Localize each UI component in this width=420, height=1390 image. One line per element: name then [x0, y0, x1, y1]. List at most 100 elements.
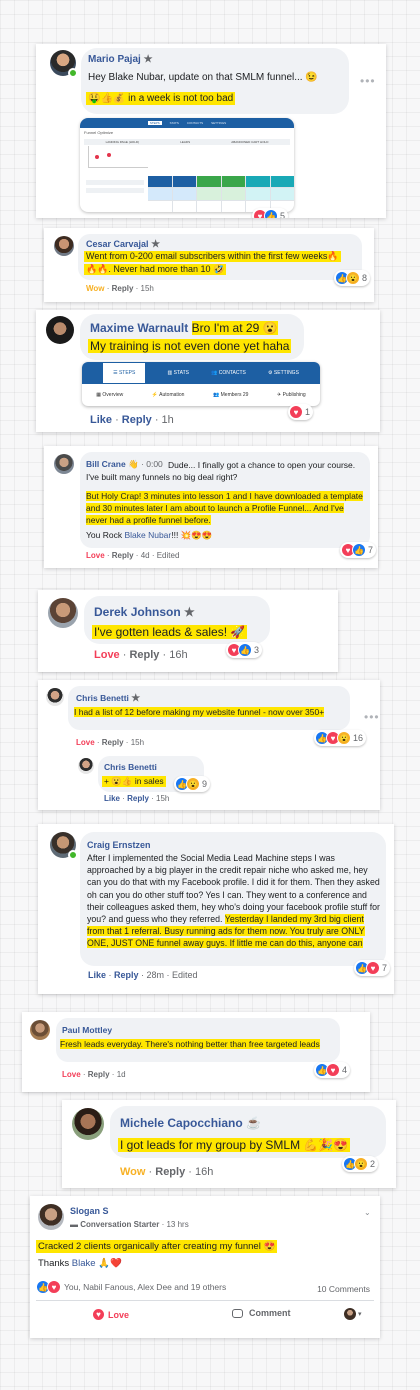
reply-link[interactable]: Reply	[112, 284, 134, 293]
reactors-row[interactable]: 👍 ♥ You, Nabil Fanous, Alex Dee and 19 ot…	[36, 1280, 226, 1294]
avatar	[344, 1308, 356, 1320]
avatar[interactable]	[72, 1108, 104, 1140]
more-options-icon[interactable]: •••	[360, 74, 376, 88]
shot-tab: CONTACTS	[186, 121, 204, 125]
commenter-name[interactable]: Craig Ernstzen	[87, 840, 151, 850]
top-fan-icon: ★	[143, 54, 153, 65]
comment-body: After I implemented the Social Media Lea…	[87, 852, 383, 950]
avatar[interactable]	[38, 1204, 64, 1230]
like-link[interactable]: Like	[104, 794, 120, 803]
poster-name[interactable]: Slogan S	[70, 1206, 109, 1216]
profile-switcher[interactable]: ▾	[344, 1308, 362, 1320]
top-fan-icon: ★	[151, 239, 161, 250]
reaction-summary[interactable]: ♥ 1	[288, 404, 314, 420]
timestamp[interactable]: 1h	[162, 414, 174, 426]
timestamp[interactable]: 13 hrs	[166, 1220, 188, 1229]
post-meta: ▬ Conversation Starter · 13 hrs	[70, 1220, 189, 1229]
reactors-text: You, Nabil Fanous, Alex Dee and 19 other…	[64, 1282, 227, 1292]
heart-icon: ♥	[366, 961, 380, 975]
reply-link[interactable]: Reply	[122, 414, 152, 426]
shot-columns: LANDING PAGE (HOLD) LEADS ABANDONED CART…	[84, 139, 290, 145]
comment-highlight: Bro I'm at 29 😮	[191, 321, 278, 335]
love-link[interactable]: Love	[62, 1070, 81, 1079]
reply-link[interactable]: Reply	[129, 649, 159, 661]
chevron-down-icon[interactable]: ⌄	[364, 1208, 371, 1217]
avatar[interactable]	[30, 1020, 50, 1040]
reply-link[interactable]: Reply	[112, 551, 134, 560]
reply-highlight: + 😮👍 in sales	[102, 776, 166, 787]
screenshot-attachment[interactable]: ☰ STEPS ▥ STATS 👥 CONTACTS ⚙ SETTINGS ▦ …	[82, 362, 320, 406]
wow-link[interactable]: Wow	[86, 284, 105, 293]
timestamp[interactable]: 4d	[141, 551, 150, 560]
avatar[interactable]	[48, 598, 78, 628]
love-link[interactable]: Love	[76, 738, 95, 747]
reply-link[interactable]: Reply	[127, 794, 149, 803]
timestamp[interactable]: 16h	[195, 1166, 213, 1178]
reply-reaction-summary[interactable]: 👍 😮 9	[174, 776, 211, 792]
reaction-summary[interactable]: 👍 ♥ 7	[354, 960, 391, 976]
shot-tab: STATS	[169, 121, 179, 125]
avatar[interactable]	[54, 236, 74, 256]
edited-label: Edited	[156, 551, 180, 560]
comment-highlight: 🔥🔥. Never had more than 10 🤣	[84, 264, 227, 275]
avatar[interactable]	[54, 454, 74, 474]
comment-button[interactable]: Comment	[232, 1308, 291, 1318]
comment-highlight: But Holy Crap! 3 minutes into lesson 1 a…	[86, 491, 363, 525]
wow-link[interactable]: Wow	[120, 1166, 145, 1178]
reaction-summary[interactable]: 👍 😮 8	[334, 270, 371, 286]
reply-link[interactable]: Reply	[88, 1070, 110, 1079]
mention-link[interactable]: Blake	[72, 1258, 96, 1269]
screenshot-attachment[interactable]: STEPS STATS CONTACTS SETTINGS Funnel Opt…	[80, 118, 294, 212]
reaction-count: 1	[305, 407, 311, 417]
reaction-count: 7	[382, 963, 388, 973]
reaction-summary[interactable]: 👍 😮 2	[342, 1156, 379, 1172]
reaction-count: 5	[280, 211, 286, 218]
reply-name[interactable]: Chris Benetti	[104, 762, 157, 772]
online-indicator	[68, 850, 78, 860]
reaction-summary[interactable]: ♥ 👍 7	[340, 542, 377, 558]
comment-text-3: You Rock Blake Nubar!!! 💥😍😍	[86, 530, 212, 541]
like-icon: 👍	[264, 209, 278, 218]
reply-link[interactable]: Reply	[114, 970, 139, 980]
like-link[interactable]: Like	[90, 414, 112, 426]
shot-chart	[88, 146, 148, 168]
reaction-count: 9	[202, 779, 208, 789]
like-link[interactable]: Like	[88, 970, 106, 980]
commenter-name[interactable]: Paul Mottley	[62, 1025, 112, 1035]
comments-count[interactable]: 10 Comments	[317, 1284, 370, 1294]
emoji-text: 🙏❤️	[98, 1258, 122, 1269]
commenter-name[interactable]: Maxime Warnault	[90, 321, 188, 335]
avatar[interactable]	[46, 688, 64, 706]
reaction-summary[interactable]: 👍 ♥ 4	[314, 1062, 351, 1078]
avatar[interactable]	[46, 316, 74, 344]
comment-label: Comment	[249, 1308, 291, 1318]
reaction-summary[interactable]: ♥ 👍 5	[252, 208, 289, 218]
timestamp[interactable]: 15h	[141, 284, 154, 293]
reaction-summary[interactable]: ♥ 👍 3	[226, 642, 263, 658]
reply-avatar[interactable]	[78, 758, 94, 774]
timestamp[interactable]: 16h	[169, 649, 187, 661]
timestamp[interactable]: 15h	[156, 794, 169, 803]
reaction-summary[interactable]: 👍 ♥ 😮 16	[314, 730, 367, 746]
reply-link[interactable]: Reply	[102, 738, 124, 747]
timestamp[interactable]: 28m	[147, 970, 165, 980]
comment-actions: Love · Reply · 15h	[76, 738, 145, 747]
timestamp[interactable]: 1d	[117, 1070, 126, 1079]
mention-link[interactable]: Blake Nubar	[124, 530, 171, 540]
more-options-icon[interactable]: •••	[364, 710, 380, 724]
commenter-name[interactable]: Chris Benetti ★	[76, 693, 140, 704]
commenter-name[interactable]: Cesar Carvajal ★	[86, 239, 160, 250]
reply-link[interactable]: Reply	[155, 1166, 185, 1178]
post-highlight: Cracked 2 clients organically after crea…	[36, 1240, 278, 1253]
comment-card-chris: Chris Benetti ★ I had a list of 12 befor…	[38, 680, 380, 810]
commenter-name[interactable]: Mario Pajaj ★	[88, 54, 153, 65]
commenter-name[interactable]: Derek Johnson ★	[94, 605, 195, 619]
thanks-text: Thanks	[38, 1258, 70, 1269]
love-link[interactable]: Love	[86, 551, 105, 560]
wow-icon: 😮	[354, 1157, 368, 1171]
timestamp[interactable]: 15h	[131, 738, 144, 747]
love-link[interactable]: Love	[94, 649, 120, 661]
love-button[interactable]: ♥ Love	[92, 1308, 129, 1321]
commenter-name[interactable]: Michele Capocchiano ☕	[120, 1116, 261, 1130]
comment-text: Hey Blake Nubar, update on that SMLM fun…	[88, 72, 318, 83]
